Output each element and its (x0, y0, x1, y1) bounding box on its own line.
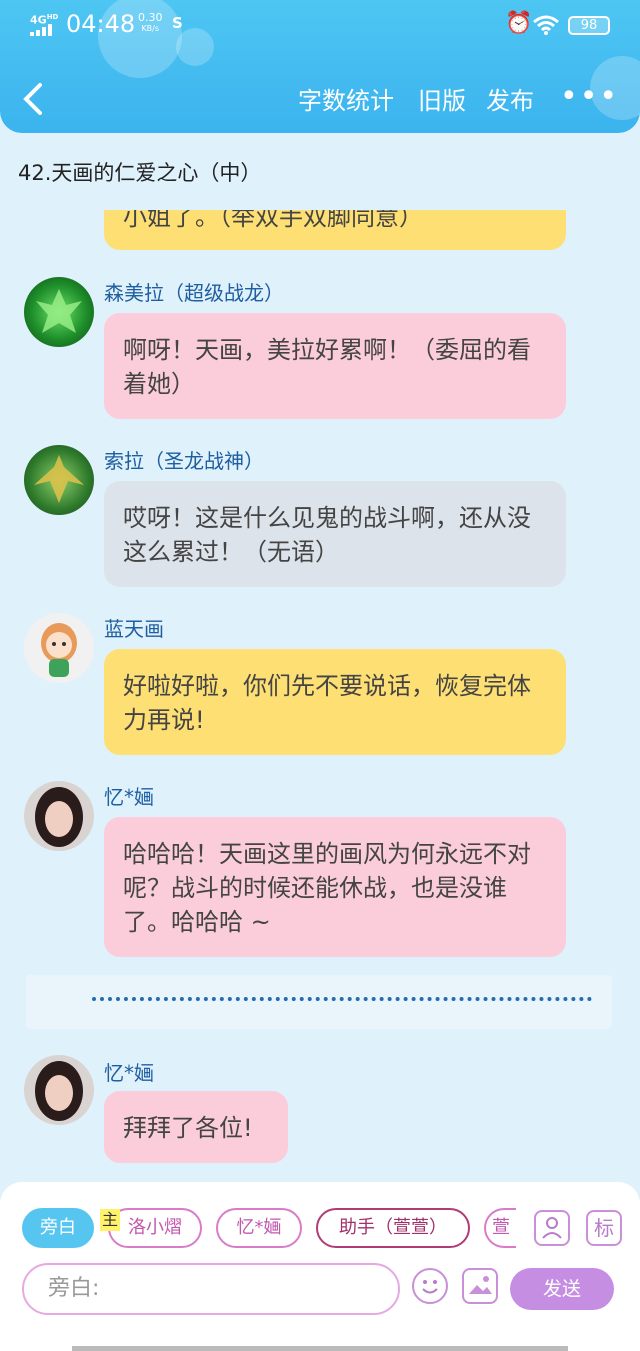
avatar[interactable] (24, 781, 94, 851)
composer-panel: 旁白 洛小熠 主 忆*婳 助手（萱萱） 萱 标 旁白: 发送 (0, 1182, 640, 1351)
old-version-button[interactable]: 旧版 (418, 84, 466, 118)
role-chip-partial[interactable]: 萱 (484, 1208, 516, 1248)
clock: 04:48 (66, 10, 136, 38)
dragon-avatar-icon (36, 289, 82, 333)
network-speed: 0.30 KB/s (138, 11, 163, 33)
section-divider (26, 975, 612, 1029)
sender-name: 蓝天画 (104, 617, 164, 641)
message-bubble[interactable]: 哈哈哈！天画这里的画风为何永远不对呢？战斗的时候还能休战，也是没谁了。哈哈哈 ~ (104, 817, 566, 957)
message-bubble[interactable]: 小姐了。（举双手双脚同意） (104, 210, 566, 250)
role-chip-assistant[interactable]: 助手（萱萱） (316, 1208, 470, 1248)
message-bubble[interactable]: 拜拜了各位! (104, 1091, 288, 1163)
role-manage-button[interactable] (534, 1210, 570, 1246)
back-button[interactable] (22, 82, 52, 120)
avatar[interactable] (24, 277, 94, 347)
user-photo-icon (35, 1061, 83, 1121)
alarm-icon: ⏰ (505, 11, 533, 36)
message-bubble[interactable]: 好啦好啦，你们先不要说话，恢复完体力再说! (104, 649, 566, 755)
app-notification-icon: S (172, 14, 183, 32)
mark-button[interactable]: 标 (586, 1210, 622, 1246)
role-chip-luoxiaoyi[interactable]: 洛小熠 (108, 1208, 202, 1248)
chevron-left-icon (23, 83, 42, 115)
wifi-icon (533, 15, 559, 35)
avatar[interactable] (24, 445, 94, 515)
chapter-title: 42.天画的仁爱之心（中） (18, 161, 262, 185)
message-input[interactable]: 旁白: (22, 1263, 400, 1315)
smiley-icon (422, 1280, 438, 1294)
chat-area[interactable]: 小姐了。（举双手双脚同意） 森美拉（超级战龙） 啊呀！天画，美拉好累啊！（委屈的… (0, 210, 640, 1180)
dragon-avatar-icon (34, 455, 84, 503)
message-bubble[interactable]: 啊呀！天画，美拉好累啊！（委屈的看着她） (104, 313, 566, 419)
host-badge: 主 (100, 1209, 120, 1231)
word-count-button[interactable]: 字数统计 (298, 84, 394, 118)
image-icon (469, 1276, 492, 1294)
person-icon (542, 1217, 562, 1239)
user-photo-icon (35, 787, 83, 847)
avatar[interactable] (24, 613, 94, 683)
avatar[interactable] (24, 1055, 94, 1125)
role-chip-yihua[interactable]: 忆*婳 (216, 1208, 302, 1248)
sender-name: 忆*婳 (104, 1061, 154, 1085)
send-button[interactable]: 发送 (510, 1268, 614, 1310)
signal-icon (30, 24, 52, 36)
home-indicator (72, 1346, 568, 1351)
image-button[interactable] (462, 1268, 498, 1304)
sender-name: 索拉（圣龙战神） (104, 449, 264, 473)
role-chip-narration[interactable]: 旁白 (22, 1208, 94, 1248)
publish-button[interactable]: 发布 (486, 84, 534, 118)
dotted-separator (92, 993, 592, 1001)
app-header: 4GHD 04:48 0.30 KB/s S ⏰ 98 字数统计 旧版 发布 ••… (0, 0, 640, 133)
sender-name: 忆*婳 (104, 785, 154, 809)
sender-name: 森美拉（超级战龙） (104, 281, 284, 305)
nav-bar: 字数统计 旧版 发布 ••• (0, 78, 640, 124)
status-bar: 4GHD 04:48 0.30 KB/s S ⏰ 98 (0, 8, 640, 42)
message-bubble[interactable]: 哎呀！这是什么见鬼的战斗啊，还从没这么累过！（无语） (104, 481, 566, 587)
emoji-button[interactable] (412, 1268, 448, 1304)
cartoon-girl-icon (41, 623, 77, 677)
more-options-button[interactable]: ••• (560, 82, 619, 112)
battery-indicator: 98 (568, 16, 610, 35)
